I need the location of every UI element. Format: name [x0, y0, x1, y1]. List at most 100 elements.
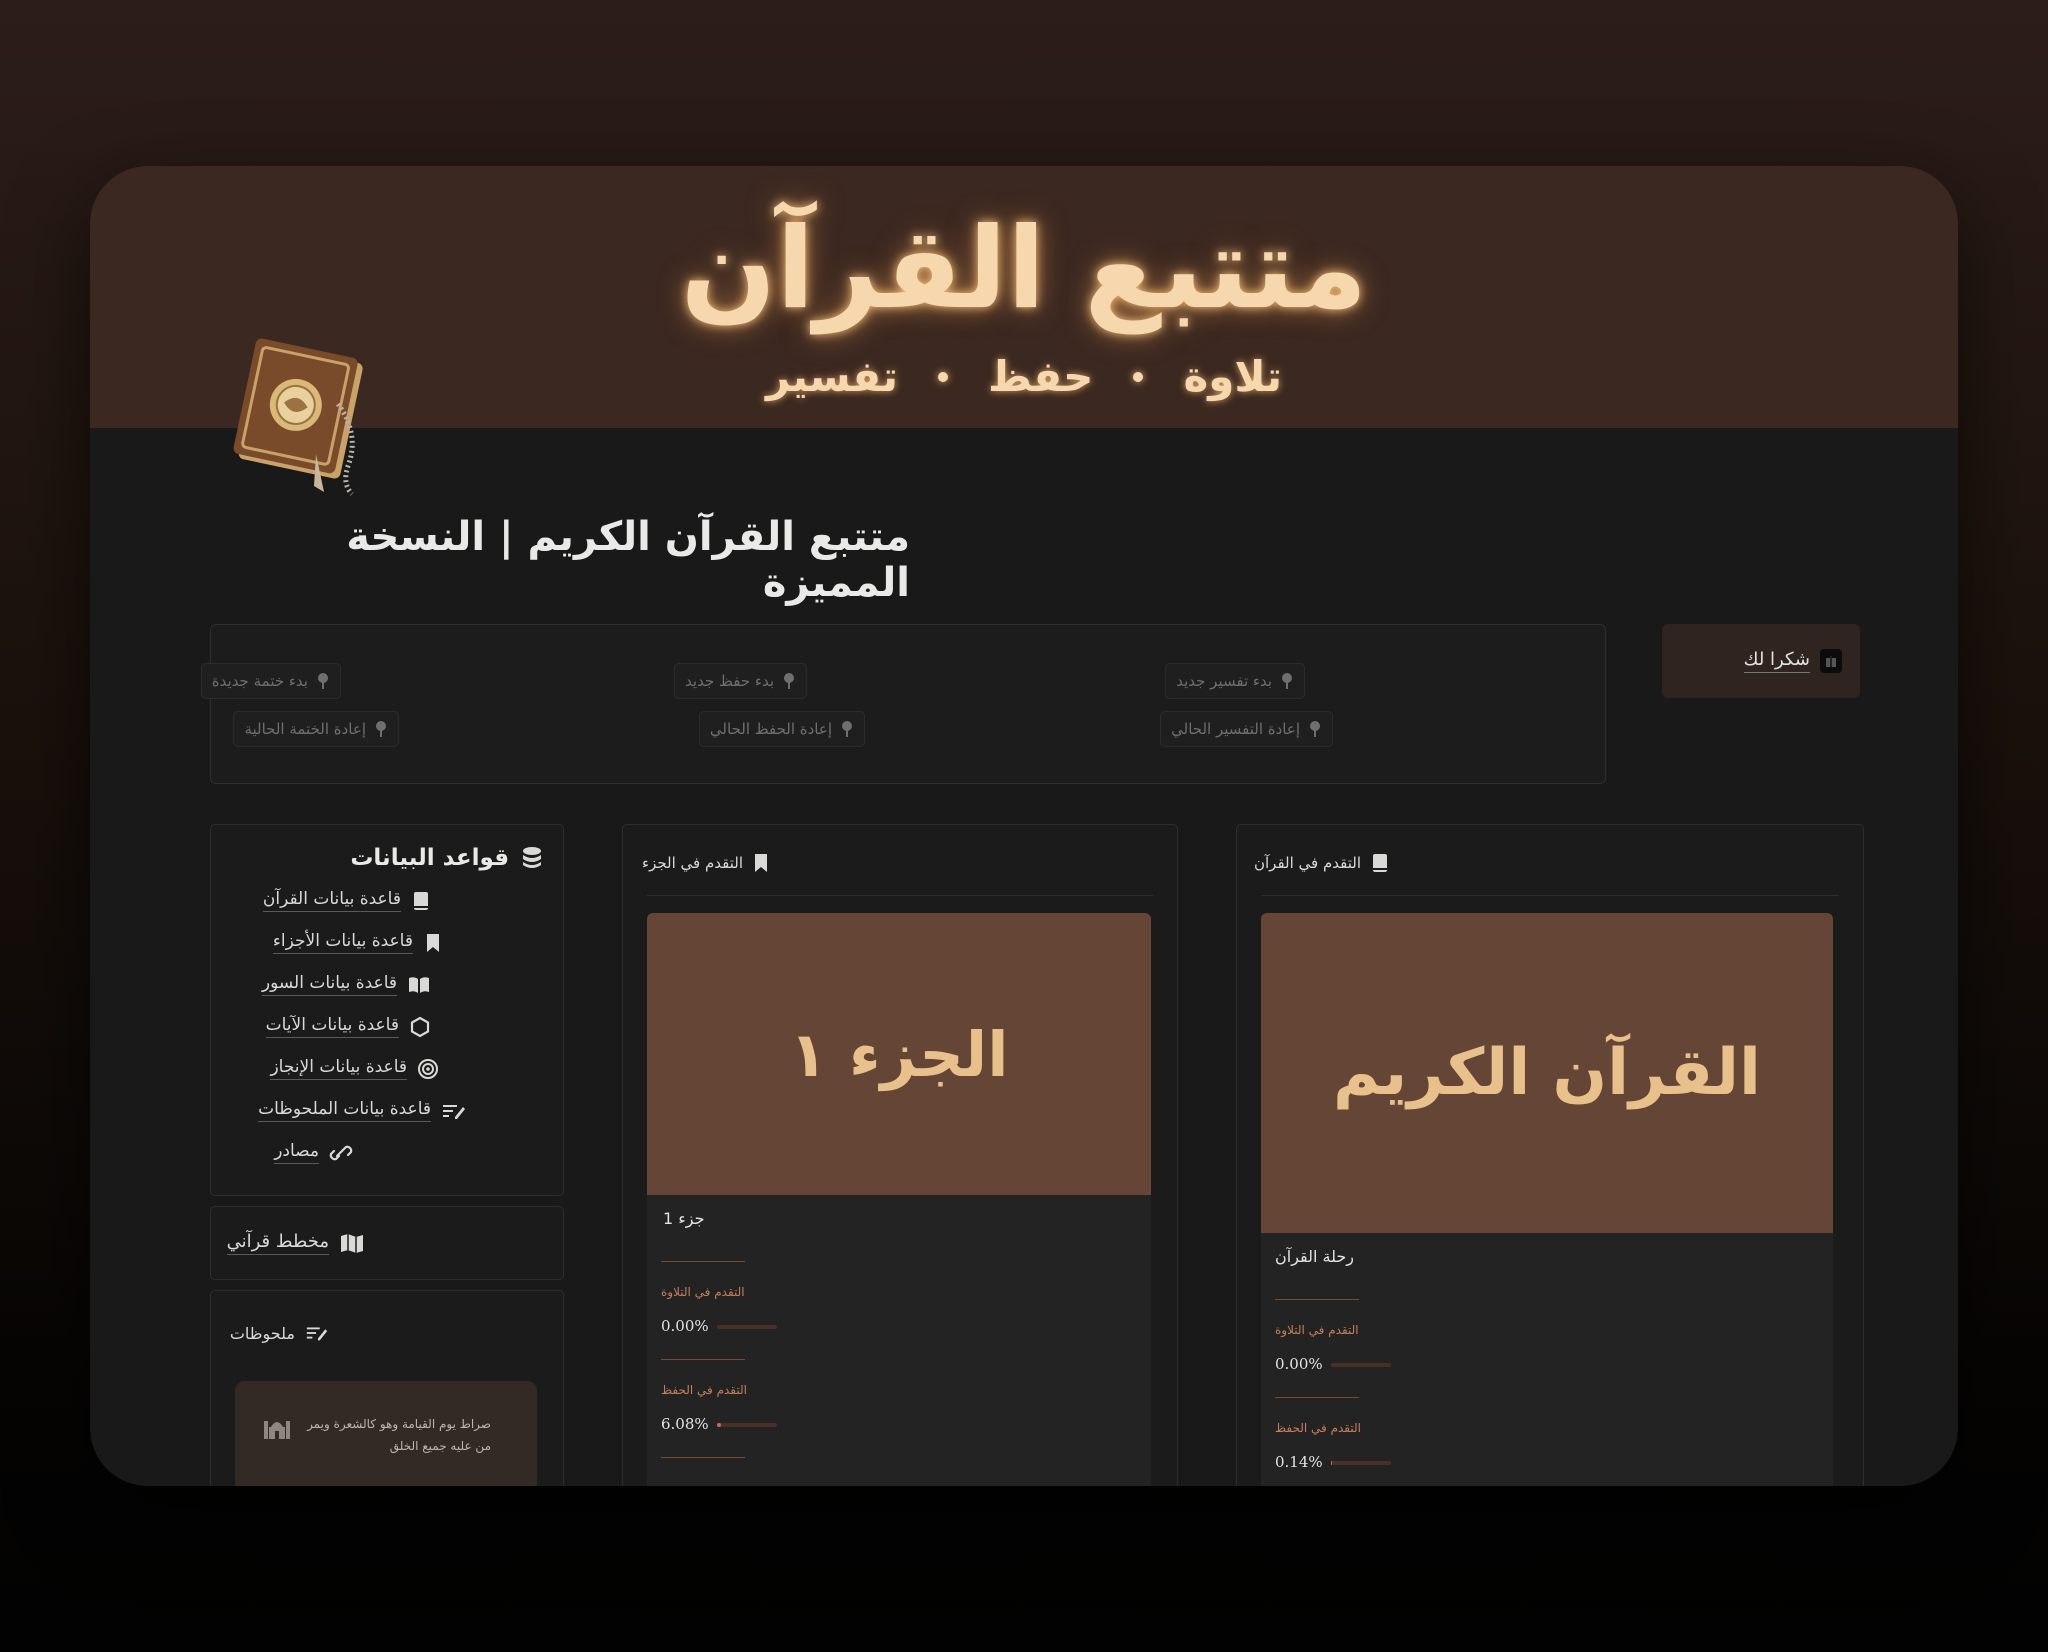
recitation-progress-value: 0.00% [1275, 1355, 1323, 1373]
page-title: متتبع القرآن الكريم | النسخة المميزة [346, 514, 910, 606]
juz-progress-header: التقدم في الجزء [642, 853, 769, 873]
divider [1275, 1397, 1359, 1398]
juz-card-cover: الجزء ١ [647, 913, 1151, 1195]
database-label: قاعدة بيانات الإنجاز [270, 1057, 407, 1080]
memorization-progress-bar [717, 1423, 777, 1427]
database-label: قاعدة بيانات الأجزاء [272, 931, 413, 954]
divider [661, 1261, 745, 1262]
quran-progress-panel: التقدم في القرآن القرآن الكريم رحلة القر… [1236, 824, 1864, 1486]
recitation-progress-label: التقدم في التلاوة [661, 1285, 745, 1299]
mosque-icon [264, 1421, 290, 1439]
thank-you-label: شكرا لك [1743, 649, 1810, 673]
divider [647, 895, 1153, 896]
start-new-tafsir-button[interactable]: بدء تفسير جديد [1165, 663, 1305, 699]
pin-icon [1310, 721, 1320, 737]
button-label: بدء ختمة جديدة [211, 672, 308, 690]
pin-icon [376, 721, 386, 737]
quran-book-icon[interactable] [220, 334, 380, 504]
reset-memorization-button[interactable]: إعادة الحفظ الحالي [698, 711, 865, 747]
pin-icon [842, 721, 852, 737]
achievement-database-link[interactable]: قاعدة بيانات الإنجاز [270, 1057, 439, 1080]
juz-progress-panel: التقدم في الجزء الجزء ١ جزء 1 التقدم في … [622, 824, 1178, 1486]
memorization-progress-bar [1331, 1461, 1391, 1465]
quran-card[interactable]: القرآن الكريم رحلة القرآن التقدم في التل… [1261, 913, 1833, 1486]
quran-progress-header: التقدم في القرآن [1254, 853, 1389, 873]
cover-subtitle-memorization: حفظ [987, 352, 1094, 401]
databases-title: قواعد البيانات [350, 845, 509, 871]
notes-icon [306, 1327, 328, 1341]
surah-database-link[interactable]: قاعدة بيانات السور [261, 973, 431, 996]
note-text: صراط يوم القيامة وهو كالشعرة ويمر من علي… [307, 1417, 491, 1453]
start-new-khatma-button[interactable]: بدء ختمة جديدة [200, 663, 341, 699]
database-label: قاعدة بيانات السور [261, 973, 397, 996]
database-icon [523, 847, 541, 868]
gift-icon [1820, 649, 1842, 673]
planner-panel[interactable]: مخطط قرآني [210, 1206, 564, 1280]
target-icon [418, 1058, 438, 1079]
planner-link[interactable]: مخطط قرآني [226, 1231, 365, 1255]
recitation-progress-bar [717, 1325, 777, 1329]
pin-icon [1282, 673, 1292, 689]
databases-header: قواعد البيانات [213, 845, 543, 871]
bookmark-icon [427, 933, 439, 952]
bookmark-icon [755, 854, 767, 872]
notes-panel: ملحوظات صراط يوم القيامة وهو كالشعرة ويم… [210, 1290, 564, 1486]
notes-database-link[interactable]: قاعدة بيانات الملحوظات [258, 1099, 467, 1122]
cover-subtitle-tafsir: تفسير [765, 352, 898, 401]
cover-title: متتبع القرآن [680, 204, 1368, 334]
database-label: مصادر [274, 1141, 319, 1164]
book-icon [1373, 854, 1387, 872]
map-icon [341, 1234, 363, 1253]
hexagon-icon [410, 1016, 430, 1037]
divider [1275, 1299, 1359, 1300]
button-label: إعادة الختمة الحالية [244, 720, 366, 738]
juz-progress-title: التقدم في الجزء [642, 854, 743, 872]
juz-database-link[interactable]: قاعدة بيانات الأجزاء [272, 931, 443, 954]
ayah-database-link[interactable]: قاعدة بيانات الآيات [265, 1015, 431, 1038]
separator-dot [937, 371, 948, 382]
action-buttons-panel: بدء ختمة جديدة إعادة الختمة الحالية بدء … [200, 624, 1606, 784]
database-label: قاعدة بيانات القرآن [262, 889, 401, 912]
recitation-progress-bar [1331, 1363, 1391, 1367]
reset-khatma-button[interactable]: إعادة الختمة الحالية [233, 711, 399, 747]
reset-tafsir-button[interactable]: إعادة التفسير الحالي [1160, 711, 1333, 747]
start-new-memorization-button[interactable]: بدء حفظ جديد [674, 663, 807, 699]
memorization-progress-value: 6.08% [661, 1415, 709, 1433]
open-book-icon [409, 976, 429, 993]
memorization-progress-label: التقدم في الحفظ [1275, 1421, 1361, 1435]
databases-panel: قواعد البيانات قاعدة بيانات القرآن قاعدة… [210, 824, 564, 1196]
button-label: بدء تفسير جديد [1176, 672, 1272, 690]
link-icon [329, 1145, 353, 1160]
recitation-progress-label: التقدم في التلاوة [1275, 1323, 1359, 1337]
pin-icon [318, 673, 328, 689]
button-label: إعادة الحفظ الحالي [709, 720, 832, 738]
quran-progress-title: التقدم في القرآن [1253, 854, 1361, 872]
app-window: متتبع القرآن تلاوة حفظ تفسير متتبع القرآ… [90, 166, 1958, 1486]
juz-card-name: جزء 1 [663, 1209, 705, 1228]
cover-subtitle-recitation: تلاوة [1183, 352, 1283, 401]
separator-dot [1133, 371, 1144, 382]
notes-icon [443, 1104, 465, 1119]
memorization-progress-label: التقدم في الحفظ [661, 1383, 747, 1397]
note-card[interactable]: صراط يوم القيامة وهو كالشعرة ويمر من علي… [235, 1381, 537, 1486]
database-label: قاعدة بيانات الآيات [265, 1015, 399, 1038]
button-label: إعادة التفسير الحالي [1171, 720, 1300, 738]
sources-link[interactable]: مصادر [274, 1141, 353, 1164]
notes-header: ملحوظات [230, 1323, 329, 1343]
button-label: بدء حفظ جديد [685, 672, 774, 690]
juz-card[interactable]: الجزء ١ جزء 1 التقدم في التلاوة 0.00% ال… [647, 913, 1151, 1486]
book-icon [414, 891, 428, 910]
quran-database-link[interactable]: قاعدة بيانات القرآن [262, 889, 431, 912]
divider [661, 1359, 745, 1360]
recitation-progress-value: 0.00% [661, 1317, 709, 1335]
memorization-progress-value: 0.14% [1275, 1453, 1323, 1471]
pin-icon [784, 673, 794, 689]
divider [1261, 895, 1839, 896]
quran-card-cover: القرآن الكريم [1261, 913, 1833, 1233]
database-label: قاعدة بيانات الملحوظات [258, 1099, 431, 1122]
planner-label: مخطط قرآني [226, 1231, 329, 1255]
divider [661, 1457, 745, 1458]
quran-card-name: رحلة القرآن [1275, 1247, 1355, 1266]
notes-title: ملحوظات [229, 1323, 295, 1343]
thank-you-link[interactable]: شكرا لك [1662, 624, 1860, 698]
